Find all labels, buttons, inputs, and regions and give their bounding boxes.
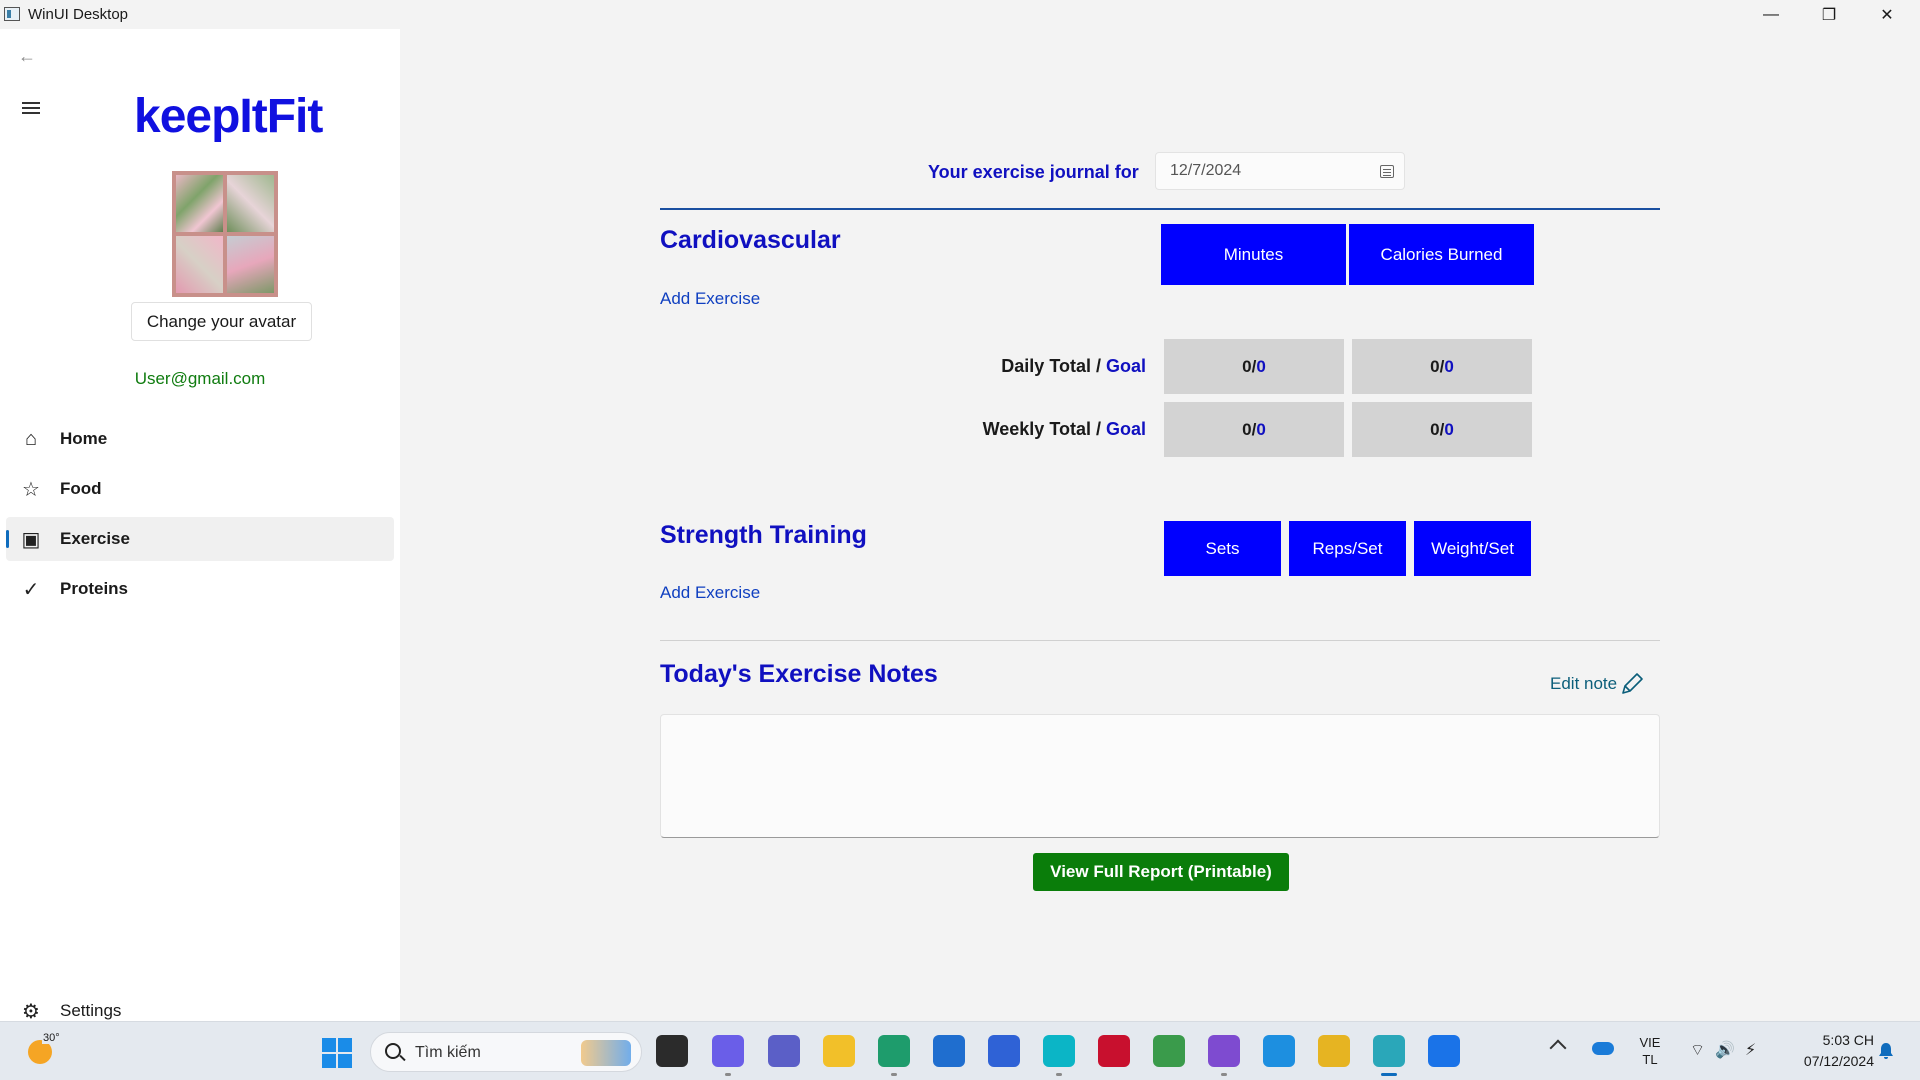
search-highlight-icon xyxy=(581,1040,631,1066)
notification-bell-icon[interactable] xyxy=(1878,1042,1894,1060)
hamburger-menu-icon[interactable] xyxy=(22,99,46,119)
sidebar-item-label: Exercise xyxy=(60,529,130,548)
file-explorer-icon[interactable] xyxy=(823,1035,855,1067)
exercise-icon: ▣ xyxy=(21,528,41,551)
search-icon xyxy=(385,1043,401,1059)
date-value: 12/7/2024 xyxy=(1170,162,1242,179)
sidebar-item-label: Home xyxy=(60,429,108,448)
minutes-column-header[interactable]: Minutes xyxy=(1161,224,1346,285)
cardio-title: Cardiovascular xyxy=(660,226,841,254)
weekly-calories-cell: 0/0 xyxy=(1352,402,1532,457)
daily-calories-cell: 0/0 xyxy=(1352,339,1532,394)
calendar-icon xyxy=(1380,165,1394,178)
cortana-circle-icon[interactable] xyxy=(1043,1035,1075,1076)
user-email: User@gmail.com xyxy=(134,369,266,388)
sidebar-item-label: Settings xyxy=(60,1001,122,1020)
star-icon: ☆ xyxy=(22,478,40,501)
sidebar-item-proteins[interactable]: ✓ Proteins xyxy=(6,567,394,611)
taskbar: 30° Tìm kiếm VIE TL ⌔🔊⚡ 5:03 CH 07/12/20… xyxy=(0,1021,1920,1080)
navigation-sidebar: ← keepItFit Change your avatar User@gmai… xyxy=(0,29,400,1023)
network-volume-battery-icons[interactable]: ⌔🔊⚡ xyxy=(1690,1040,1766,1060)
weather-temperature: 30° xyxy=(42,1032,61,1044)
onedrive-icon[interactable] xyxy=(1592,1042,1614,1055)
visual-studio-code-like-icon[interactable] xyxy=(988,1035,1020,1067)
check-icon: ✓ xyxy=(22,578,40,601)
change-avatar-button[interactable]: Change your avatar xyxy=(131,302,312,341)
close-button[interactable]: ✕ xyxy=(1858,0,1916,29)
edge-icon[interactable] xyxy=(878,1035,910,1076)
store-icon[interactable] xyxy=(933,1035,965,1067)
chrome-icon[interactable] xyxy=(1153,1035,1185,1067)
weekly-minutes-cell: 0/0 xyxy=(1164,402,1344,457)
windows-start-icon[interactable] xyxy=(322,1038,352,1068)
sidebar-item-label: Food xyxy=(60,479,102,498)
reps-column-header[interactable]: Reps/Set xyxy=(1289,521,1406,576)
add-strength-exercise-link[interactable]: Add Exercise xyxy=(660,583,760,603)
date-picker[interactable]: 12/7/2024 xyxy=(1155,152,1405,190)
sidebar-item-exercise[interactable]: ▣ Exercise xyxy=(6,517,394,561)
weather-widget[interactable]: 30° xyxy=(24,1032,61,1068)
mcafee-icon[interactable] xyxy=(1098,1035,1130,1067)
sidebar-item-home[interactable]: ⌂ Home xyxy=(6,417,394,461)
avatar xyxy=(172,171,278,297)
app-icon xyxy=(4,7,20,21)
edit-note-button[interactable]: Edit note xyxy=(1550,671,1645,697)
minimize-button[interactable]: — xyxy=(1742,0,1800,29)
weight-column-header[interactable]: Weight/Set xyxy=(1414,521,1531,576)
divider xyxy=(660,208,1660,210)
edit-note-label: Edit note xyxy=(1550,674,1618,693)
divider xyxy=(660,640,1660,641)
taskbar-clock[interactable]: 5:03 CH 07/12/2024 xyxy=(1782,1030,1874,1072)
sets-column-header[interactable]: Sets xyxy=(1164,521,1281,576)
sidebar-item-label: Proteins xyxy=(60,579,129,598)
daily-total-label: Daily Total / Goal xyxy=(1001,356,1146,376)
maximize-button[interactable]: ❐ xyxy=(1800,0,1858,29)
search-placeholder: Tìm kiếm xyxy=(415,1044,481,1061)
title-bar: WinUI Desktop — ❐ ✕ xyxy=(0,0,1920,29)
teams-icon[interactable] xyxy=(768,1035,800,1067)
view-report-button[interactable]: View Full Report (Printable) xyxy=(1033,853,1289,891)
clock-time: 5:03 CH xyxy=(1822,1032,1874,1048)
clock-date: 07/12/2024 xyxy=(1803,1053,1874,1069)
taskbar-search[interactable]: Tìm kiếm xyxy=(370,1032,642,1072)
winui-app-icon[interactable] xyxy=(1373,1035,1405,1076)
calories-column-header[interactable]: Calories Burned xyxy=(1349,224,1534,285)
task-view-icon[interactable] xyxy=(656,1035,688,1067)
paint-tool-icon[interactable] xyxy=(1318,1035,1350,1067)
strength-title: Strength Training xyxy=(660,521,867,549)
show-hidden-icons-chevron-icon[interactable] xyxy=(1549,1039,1567,1057)
visual-studio-icon[interactable] xyxy=(1208,1035,1240,1076)
docker-icon[interactable] xyxy=(1263,1035,1295,1067)
back-button[interactable]: ← xyxy=(18,46,42,70)
gear-icon: ⚙ xyxy=(22,1000,40,1023)
daily-minutes-cell: 0/0 xyxy=(1164,339,1344,394)
language-indicator[interactable]: VIE TL xyxy=(1636,1034,1664,1068)
app-logo: keepItFit xyxy=(134,90,323,143)
pencil-icon xyxy=(1622,673,1643,694)
zalo-icon[interactable] xyxy=(1428,1035,1460,1067)
notes-textbox[interactable] xyxy=(660,714,1660,838)
window-title: WinUI Desktop xyxy=(28,6,129,23)
goal-label: Goal xyxy=(1105,356,1146,376)
notes-title: Today's Exercise Notes xyxy=(660,660,938,688)
sidebar-item-food[interactable]: ☆ Food xyxy=(6,467,394,511)
exercise-page: Your exercise journal for 12/7/2024 Card… xyxy=(400,29,1920,1021)
weekly-total-label: Weekly Total / Goal xyxy=(982,419,1146,439)
goal-label: Goal xyxy=(1105,419,1146,439)
add-cardio-exercise-link[interactable]: Add Exercise xyxy=(660,289,760,309)
copilot-icon[interactable] xyxy=(712,1035,744,1076)
home-icon: ⌂ xyxy=(24,427,38,450)
journal-label: Your exercise journal for xyxy=(928,162,1139,182)
